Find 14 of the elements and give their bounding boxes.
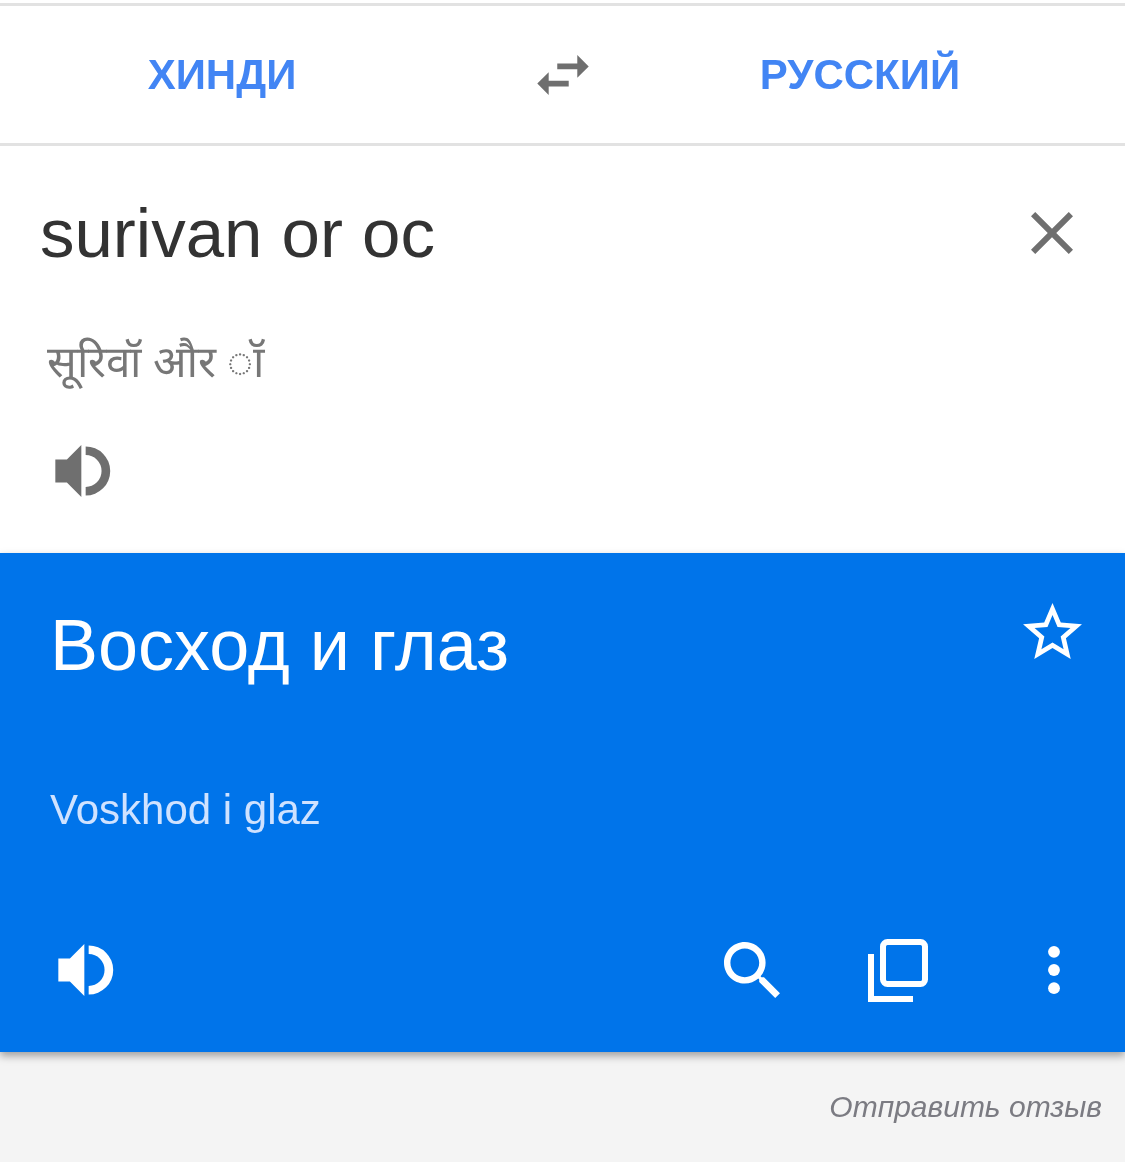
- translation-transliteration: Voskhod i glaz: [50, 789, 321, 831]
- speaker-icon[interactable]: [55, 445, 112, 497]
- search-icon[interactable]: [724, 942, 780, 998]
- close-icon[interactable]: [1031, 212, 1073, 254]
- copy-icon[interactable]: [868, 938, 928, 1002]
- swap-icon[interactable]: [536, 54, 590, 95]
- source-text-input[interactable]: surivan or oc: [40, 193, 1015, 273]
- target-language-button[interactable]: РУССКИЙ: [751, 45, 969, 104]
- source-language-button[interactable]: ХИНДИ: [139, 45, 305, 104]
- more-icon[interactable]: [1046, 945, 1062, 995]
- speaker-icon[interactable]: [58, 944, 115, 996]
- star-icon[interactable]: [1023, 603, 1082, 659]
- feedback-link[interactable]: Отправить отзыв: [829, 1092, 1102, 1128]
- source-transliteration: सूरिवॉ और ॉ: [47, 322, 265, 402]
